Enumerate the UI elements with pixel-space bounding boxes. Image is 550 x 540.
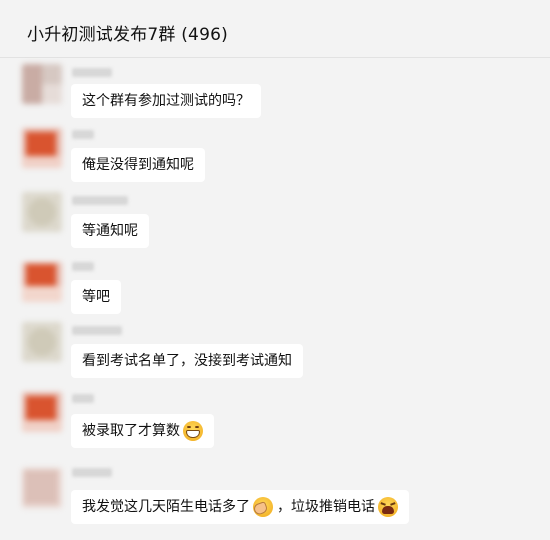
avatar[interactable] [22, 322, 62, 362]
message-text: 等吧 [82, 289, 110, 305]
sender-name [72, 196, 128, 205]
message-text: 俺是没得到通知呢 [82, 157, 194, 173]
avatar[interactable] [22, 392, 62, 432]
avatar[interactable] [22, 262, 62, 302]
group-title: 小升初测试发布7群 (496) [27, 25, 228, 45]
message-bubble[interactable]: 等通知呢 [71, 214, 149, 248]
chat-header: 小升初测试发布7群 (496) [0, 0, 550, 58]
avatar[interactable] [22, 64, 62, 104]
message-bubble[interactable]: 等吧 [71, 280, 121, 314]
avatar[interactable] [22, 192, 62, 232]
distress-icon [378, 497, 398, 517]
message-text: 等通知呢 [82, 223, 138, 239]
message-bubble[interactable]: 俺是没得到通知呢 [71, 148, 205, 182]
message-bubble[interactable]: 这个群有参加过测试的吗？ [71, 84, 261, 118]
sender-name [72, 68, 112, 77]
message-bubble[interactable]: 看到考试名单了，没接到考试通知 [71, 344, 303, 378]
grin-icon [183, 421, 203, 441]
message-bubble[interactable]: 我发觉这几天陌生电话多了 ，垃圾推销电话 [71, 490, 409, 524]
message-text: 被录取了才算数 [82, 423, 180, 439]
message-text: ，垃圾推销电话 [277, 499, 375, 515]
avatar[interactable] [22, 468, 62, 508]
sender-name [72, 326, 122, 335]
message-bubble[interactable]: 被录取了才算数 [71, 414, 214, 448]
sender-name [72, 468, 112, 477]
avatar[interactable] [22, 128, 62, 168]
sender-name [72, 130, 94, 139]
message-text: 我发觉这几天陌生电话多了 [82, 499, 250, 515]
sender-name [72, 394, 94, 403]
message-text: 看到考试名单了，没接到考试通知 [82, 353, 292, 369]
facepalm-icon [252, 497, 273, 517]
sender-name [72, 262, 94, 271]
message-text: 这个群有参加过测试的吗？ [82, 93, 250, 109]
